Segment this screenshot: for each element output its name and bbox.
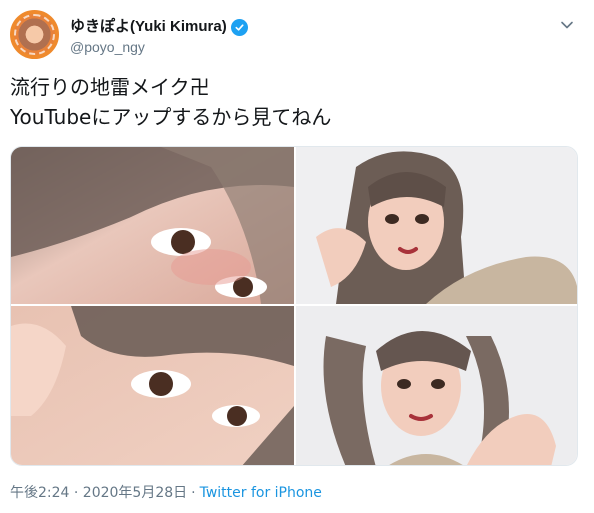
photo-pigtails-pose-2[interactable]: [296, 306, 577, 465]
tweet-header: ゆきぽよ(Yuki Kimura) @poyo_ngy: [10, 10, 584, 59]
tweet-meta: 午後2:24 · 2020年5月28日 · Twitter for iPhone: [10, 482, 322, 502]
display-name[interactable]: ゆきぽよ(Yuki Kimura): [70, 17, 248, 37]
tweet-card: ゆきぽよ(Yuki Kimura) @poyo_ngy 流行りの地雷メイク卍 Y…: [0, 0, 594, 513]
meta-separator: ·: [191, 485, 196, 501]
photo-pigtails-pose-1[interactable]: [296, 147, 577, 304]
source-link[interactable]: Twitter for iPhone: [200, 485, 322, 501]
media-grid: [10, 146, 578, 466]
tweet-text: 流行りの地雷メイク卍 YouTubeにアップするから見てねん: [10, 72, 584, 132]
photo-eye-closeup-1[interactable]: [11, 147, 294, 304]
tweet-text-line-1: 流行りの地雷メイク卍: [10, 75, 210, 99]
tweet-text-line-2: YouTubeにアップするから見てねん: [10, 105, 332, 129]
timestamp[interactable]: 午後2:24 · 2020年5月28日: [10, 485, 187, 501]
photo-eye-closeup-2[interactable]: [11, 306, 294, 465]
handle[interactable]: @poyo_ngy: [70, 38, 248, 56]
author-names: ゆきぽよ(Yuki Kimura) @poyo_ngy: [70, 16, 248, 56]
avatar[interactable]: [10, 10, 59, 59]
chevron-down-icon[interactable]: [558, 16, 576, 34]
avatar-ring: [14, 14, 55, 55]
verified-badge-icon: [230, 18, 248, 36]
display-name-text[interactable]: ゆきぽよ(Yuki Kimura): [70, 17, 227, 37]
